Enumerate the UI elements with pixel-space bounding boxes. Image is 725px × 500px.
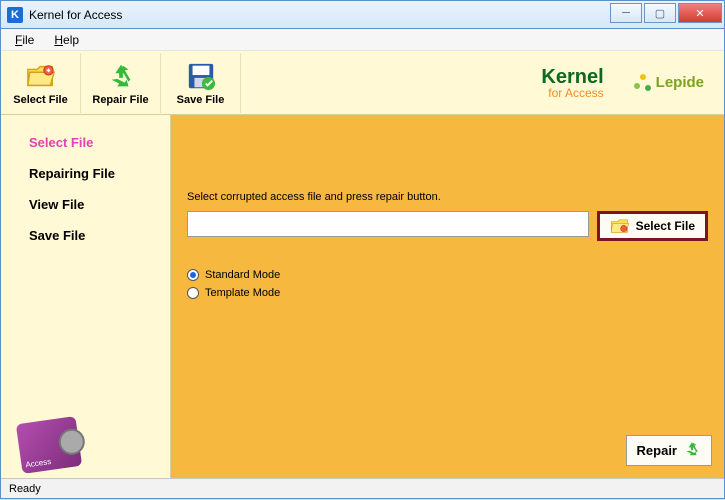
sidebar: Select File Repairing File View File Sav… bbox=[1, 115, 171, 478]
file-path-input[interactable] bbox=[187, 211, 589, 237]
radio-standard-label: Standard Mode bbox=[205, 269, 280, 281]
access-db-icon bbox=[16, 416, 82, 474]
folder-search-icon bbox=[610, 216, 630, 236]
sidebar-item-repairing-file[interactable]: Repairing File bbox=[29, 166, 150, 181]
kernel-logo: Kernel for Access bbox=[541, 67, 603, 99]
mode-radio-group: Standard Mode Template Mode bbox=[187, 269, 708, 299]
radio-template-label: Template Mode bbox=[205, 287, 280, 299]
status-text: Ready bbox=[9, 483, 41, 495]
repair-button[interactable]: Repair bbox=[626, 435, 712, 466]
toolbar-select-file[interactable]: Select File bbox=[1, 53, 81, 113]
kernel-logo-line1: Kernel bbox=[541, 67, 603, 87]
radio-icon bbox=[187, 269, 199, 281]
file-select-row: Select File bbox=[187, 211, 708, 241]
brand-area: Kernel for Access Lepide bbox=[241, 67, 724, 99]
menu-file[interactable]: File bbox=[7, 31, 42, 49]
app-icon: K bbox=[7, 7, 23, 23]
folder-open-icon bbox=[25, 60, 57, 92]
toolbar: Select File Repair File Save File Kernel… bbox=[1, 51, 724, 115]
minimize-button[interactable]: ─ bbox=[610, 3, 642, 23]
radio-standard-mode[interactable]: Standard Mode bbox=[187, 269, 708, 281]
window-controls: ─ ▢ ✕ bbox=[610, 3, 722, 23]
menu-help[interactable]: Help bbox=[46, 31, 87, 49]
instruction-text: Select corrupted access file and press r… bbox=[187, 191, 708, 203]
title-bar: K Kernel for Access ─ ▢ ✕ bbox=[0, 0, 725, 28]
toolbar-save-file[interactable]: Save File bbox=[161, 53, 241, 113]
content-area: Select File Repairing File View File Sav… bbox=[1, 115, 724, 478]
toolbar-repair-file[interactable]: Repair File bbox=[81, 53, 161, 113]
menu-bar: File Help bbox=[1, 29, 724, 51]
window-title: Kernel for Access bbox=[29, 8, 122, 22]
status-bar: Ready bbox=[1, 478, 724, 498]
sidebar-illustration bbox=[1, 398, 170, 478]
save-disk-icon bbox=[185, 60, 217, 92]
main-panel: Select corrupted access file and press r… bbox=[171, 115, 724, 478]
toolbar-save-file-label: Save File bbox=[177, 94, 225, 106]
maximize-button[interactable]: ▢ bbox=[644, 3, 676, 23]
sidebar-item-view-file[interactable]: View File bbox=[29, 197, 150, 212]
recycle-icon bbox=[105, 60, 137, 92]
close-button[interactable]: ✕ bbox=[678, 3, 722, 23]
lepide-dots-icon bbox=[634, 74, 652, 92]
toolbar-repair-file-label: Repair File bbox=[92, 94, 148, 106]
sidebar-item-save-file[interactable]: Save File bbox=[29, 228, 150, 243]
toolbar-select-file-label: Select File bbox=[13, 94, 67, 106]
lepide-logo-text: Lepide bbox=[656, 74, 704, 91]
nav-list: Select File Repairing File View File Sav… bbox=[1, 115, 170, 243]
recycle-icon bbox=[683, 440, 701, 461]
radio-icon bbox=[187, 287, 199, 299]
lepide-logo: Lepide bbox=[634, 74, 704, 92]
select-file-button[interactable]: Select File bbox=[597, 211, 708, 241]
kernel-logo-line2: for Access bbox=[541, 87, 603, 99]
sidebar-item-select-file[interactable]: Select File bbox=[29, 135, 150, 150]
radio-template-mode[interactable]: Template Mode bbox=[187, 287, 708, 299]
select-file-button-label: Select File bbox=[636, 219, 695, 233]
repair-button-label: Repair bbox=[637, 443, 677, 458]
